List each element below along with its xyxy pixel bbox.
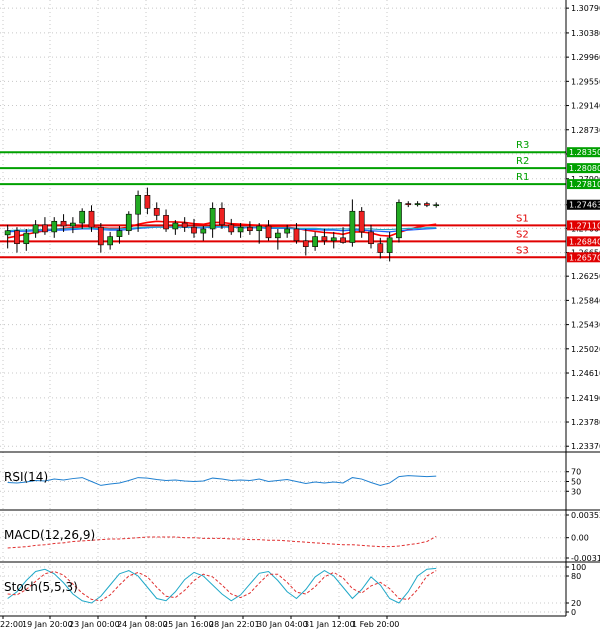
candle-body: [368, 231, 374, 245]
indicator-tick-label: 70: [571, 468, 581, 477]
candle-body: [396, 202, 402, 239]
time-tick-label: 25 Jan 16:00: [163, 620, 214, 629]
candle-body: [163, 215, 169, 230]
candle-body: [340, 237, 346, 243]
candle-body: [97, 226, 104, 246]
macd-title: MACD(12,26,9): [4, 528, 95, 542]
candle-body: [153, 207, 160, 216]
candle-body: [274, 232, 281, 239]
level-price-label: 1.26840: [569, 237, 600, 246]
indicator-tick-label: 20: [571, 599, 581, 608]
indicator-tick-label: -0.003165: [571, 554, 600, 563]
price-tick-label: 1.23780: [571, 418, 600, 427]
level-price-label: 1.26570: [569, 253, 600, 262]
chart: R3 R2 R1 S1 S2 S3 1.30790 1.30380 1.29960 1.29550…: [0, 0, 600, 632]
indicator-tick-label: 0.003537: [571, 511, 600, 520]
candle-body: [4, 230, 11, 236]
candle-body: [349, 210, 356, 243]
level-price-label: 1.28080: [569, 164, 600, 173]
time-tick-label: 22:00: [0, 620, 23, 629]
candle-body: [116, 230, 123, 237]
price-tick-label: 1.25020: [571, 345, 600, 354]
candle-body: [23, 232, 30, 245]
indicator-tick-label: 0: [571, 608, 576, 617]
candle-body: [60, 220, 67, 227]
stoch-title: Stoch(5,5,3): [4, 580, 78, 594]
price-tick-label: 1.30380: [571, 29, 600, 38]
price-tick-label: 1.23370: [571, 442, 600, 451]
candle-body: [191, 226, 197, 234]
current-price-label: 1.27463: [569, 201, 600, 210]
candle-body: [51, 220, 58, 233]
price-tick-label: 1.24190: [571, 394, 600, 403]
time-tick-label: 19 Jan 20:00: [22, 620, 73, 629]
candle-body: [14, 230, 20, 245]
indicator-tick-label: 100: [571, 563, 586, 572]
candle-body: [256, 225, 263, 232]
price-tick-label: 1.29140: [571, 102, 600, 111]
indicator-tick-label: 50: [571, 478, 581, 487]
time-tick-label: 28 Jan 22:01: [209, 620, 260, 629]
candle-body: [144, 194, 151, 209]
candle-body: [405, 203, 412, 206]
level-price-label: 1.27810: [569, 180, 600, 189]
time-tick-label: 24 Jan 08:00: [117, 620, 168, 629]
price-tick-label: 1.29550: [571, 77, 600, 86]
time-tick-label: 1 Feb 20:00: [352, 620, 399, 629]
pivot-name-s1: S1: [516, 213, 529, 224]
candle-body: [386, 237, 393, 253]
pivot-name-s3: S3: [516, 245, 529, 256]
candle-body: [265, 225, 272, 239]
candle-body: [32, 224, 39, 234]
candle-body: [200, 228, 207, 234]
price-tick-label: 1.30790: [571, 4, 600, 13]
candle-body: [284, 228, 291, 234]
price-tick-label: 1.29960: [571, 53, 600, 62]
pivot-name-r2: R2: [516, 156, 529, 167]
candle-body: [88, 210, 95, 228]
candle-body: [330, 237, 337, 242]
price-tick-label: 1.24610: [571, 369, 600, 378]
candle-body: [377, 243, 384, 253]
candle-body: [181, 222, 188, 228]
candle-body: [293, 228, 300, 242]
candle-body: [228, 224, 235, 233]
candle-body: [70, 222, 76, 227]
candle-body: [433, 204, 440, 207]
pivot-name-r3: R3: [516, 140, 529, 151]
time-tick-label: 31 Jan 12:00: [304, 620, 355, 629]
indicator-tick-label: 30: [571, 487, 581, 496]
pivot-name-s2: S2: [516, 229, 529, 240]
level-price-label: 1.27110: [569, 221, 600, 230]
indicator-tick-label: 80: [571, 572, 581, 581]
candle-body: [321, 236, 328, 242]
pivot-name-r1: R1: [516, 172, 529, 183]
level-price-label: 1.28350: [569, 148, 600, 157]
candle-body: [219, 207, 225, 226]
candle-body: [414, 203, 421, 206]
price-tick-label: 1.25430: [571, 321, 600, 330]
price-tick-label: 1.26250: [571, 272, 600, 281]
candle-body: [172, 222, 179, 230]
candle-body: [135, 194, 141, 215]
indicator-tick-label: 0.00: [571, 534, 589, 543]
chart-svg: R3 R2 R1 S1 S2 S3 1.30790 1.30380 1.29960 1.29550…: [0, 0, 600, 632]
candle-body: [247, 226, 253, 232]
candle-body: [424, 203, 430, 206]
candle-body: [107, 236, 114, 246]
rsi-title: RSI(14): [4, 470, 48, 484]
candle-body: [237, 226, 244, 233]
candle-body: [125, 213, 132, 232]
candle-body: [209, 207, 216, 230]
candle-body: [42, 224, 48, 233]
price-tick-label: 1.28730: [571, 126, 600, 135]
time-tick-label: 23 Jan 00:00: [69, 620, 120, 629]
candle-body: [358, 210, 365, 233]
price-tick-label: 1.25840: [571, 296, 600, 305]
candle-body: [312, 236, 318, 247]
candle-body: [302, 240, 309, 247]
candle-body: [79, 210, 86, 224]
time-tick-label: 30 Jan 04:00: [257, 620, 308, 629]
